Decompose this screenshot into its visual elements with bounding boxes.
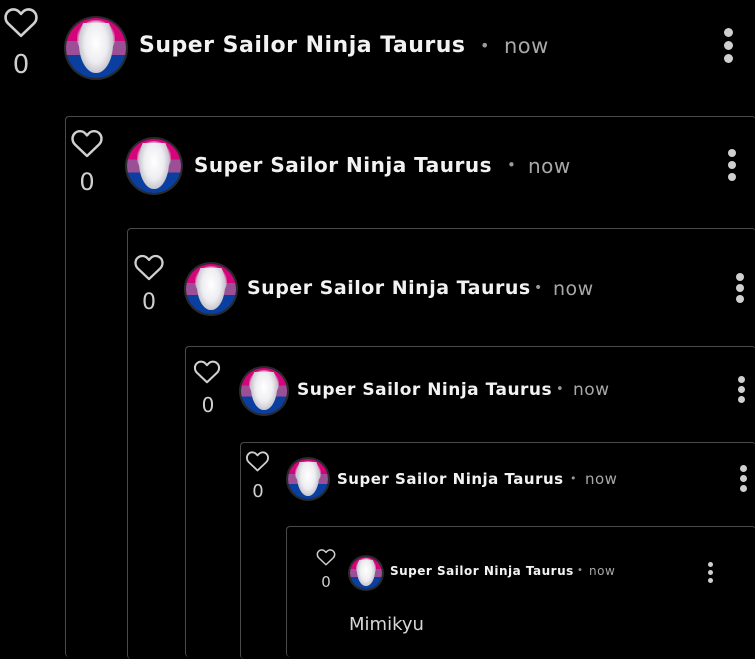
heart-icon[interactable] (70, 128, 104, 158)
heart-icon[interactable] (3, 6, 39, 38)
more-options-icon[interactable] (708, 562, 713, 583)
like-count: 0 (321, 573, 331, 591)
avatar[interactable] (127, 139, 181, 193)
like-count: 0 (79, 168, 95, 196)
timestamp: now (585, 470, 618, 488)
like-count: 0 (252, 481, 264, 502)
more-options-icon[interactable] (724, 28, 733, 63)
timestamp: now (589, 564, 616, 578)
like-count: 0 (12, 50, 30, 80)
like-count: 0 (142, 290, 156, 315)
timestamp: now (573, 380, 610, 400)
heart-icon[interactable] (316, 548, 336, 566)
avatar[interactable] (288, 459, 328, 499)
timestamp: now (504, 34, 549, 58)
separator-dot: • (556, 382, 564, 397)
timestamp: now (528, 154, 571, 178)
separator-dot: • (534, 280, 543, 296)
author-name[interactable]: Super Sailor Ninja Taurus (297, 380, 552, 400)
avatar[interactable] (186, 264, 236, 314)
author-name[interactable]: Super Sailor Ninja Taurus (390, 564, 574, 578)
more-options-icon[interactable] (728, 149, 736, 181)
timestamp: now (553, 278, 594, 300)
author-name[interactable]: Super Sailor Ninja Taurus (194, 153, 492, 177)
heart-icon[interactable] (133, 253, 165, 281)
separator-dot: • (507, 156, 516, 174)
heart-icon[interactable] (193, 359, 221, 384)
comment-text: Mimikyu (349, 614, 424, 635)
more-options-icon[interactable] (736, 273, 744, 303)
author-name[interactable]: Super Sailor Ninja Taurus (337, 470, 564, 488)
avatar[interactable] (241, 368, 287, 414)
reply-thread-level-5 (286, 526, 755, 657)
avatar[interactable] (66, 18, 126, 78)
author-name[interactable]: Super Sailor Ninja Taurus (139, 33, 466, 58)
separator-dot: • (480, 36, 490, 55)
more-options-icon[interactable] (740, 465, 747, 492)
author-name[interactable]: Super Sailor Ninja Taurus (247, 277, 531, 299)
like-count: 0 (201, 393, 215, 417)
more-options-icon[interactable] (738, 376, 745, 403)
separator-dot: • (570, 472, 577, 485)
separator-dot: • (577, 565, 583, 576)
avatar[interactable] (350, 557, 382, 589)
heart-icon[interactable] (245, 450, 270, 472)
